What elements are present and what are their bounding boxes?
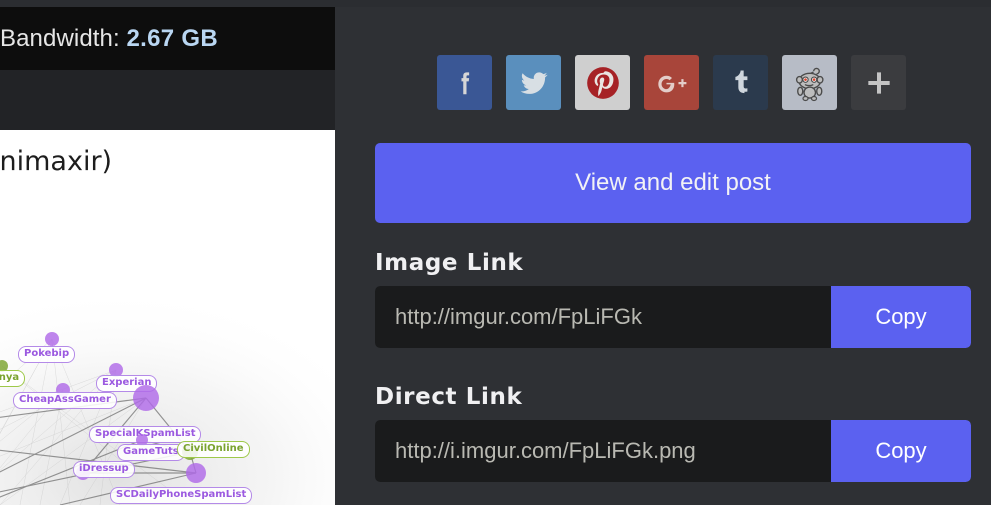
graph-node-label[interactable]: anya	[0, 370, 26, 387]
direct-link-row: Copy	[375, 420, 971, 482]
direct-link-input[interactable]	[375, 420, 831, 482]
app-root: Bandwidth: 2.67 GB inimaxir) Pokebip nya…	[0, 0, 991, 505]
graph-node-dot[interactable]	[186, 463, 206, 483]
reddit-icon	[795, 67, 824, 101]
graph-node-label[interactable]: CheapAssGamer	[13, 392, 117, 409]
share-button-more[interactable]	[851, 55, 906, 110]
share-panel: View and edit post Image Link Copy Direc…	[335, 7, 991, 505]
share-button-reddit[interactable]	[782, 55, 837, 110]
facebook-icon	[461, 71, 469, 94]
bandwidth-value: 2.67 GB	[126, 25, 219, 52]
tumblr-icon	[734, 69, 747, 93]
share-button-pinterest[interactable]	[575, 55, 630, 110]
image-link-heading: Image Link	[375, 250, 524, 276]
image-link-input[interactable]	[375, 286, 831, 348]
bandwidth-readout: Bandwidth: 2.67 GB	[0, 25, 335, 53]
graph-node-label[interactable]: GameTuts	[117, 444, 185, 461]
bandwidth-label: Bandwidth:	[0, 25, 120, 52]
graph-node-dot[interactable]	[45, 332, 59, 346]
pinterest-icon	[586, 66, 619, 99]
direct-link-group: Direct Link Copy	[375, 384, 971, 482]
share-button-googleplus[interactable]	[644, 55, 699, 110]
share-button-facebook[interactable]	[437, 55, 492, 110]
image-link-group: Image Link Copy	[375, 250, 971, 348]
bandwidth-bar: Bandwidth: 2.67 GB	[0, 7, 335, 70]
google-plus-icon	[657, 75, 686, 92]
image-link-copy-button[interactable]: Copy	[831, 286, 971, 348]
share-button-tumblr[interactable]	[713, 55, 768, 110]
direct-link-copy-button[interactable]: Copy	[831, 420, 971, 482]
share-button-twitter[interactable]	[506, 55, 561, 110]
image-link-row: Copy	[375, 286, 971, 348]
direct-link-heading: Direct Link	[375, 384, 523, 410]
left-column-spacer	[0, 70, 335, 130]
graph-node-label[interactable]: CivilOnline	[177, 441, 250, 458]
graph-node-label[interactable]: SCDailyPhoneSpamList	[110, 487, 253, 504]
left-column: Bandwidth: 2.67 GB inimaxir) Pokebip nya…	[0, 7, 335, 505]
graph-node-label[interactable]: iDressup	[73, 461, 135, 478]
twitter-icon	[520, 71, 548, 94]
view-and-edit-post-button[interactable]: View and edit post	[375, 143, 971, 223]
graph-node-label[interactable]: Pokebip	[18, 346, 76, 363]
social-share-row	[437, 55, 906, 110]
network-graph[interactable]: Pokebip anya Experian CheapAssGamer Spec…	[0, 130, 335, 505]
graph-node-dot[interactable]	[133, 385, 159, 411]
window-top-strip	[0, 0, 991, 7]
image-preview-stage[interactable]: inimaxir) Pokebip nya Experian CheapAssG…	[0, 130, 335, 505]
plus-icon	[867, 71, 890, 94]
